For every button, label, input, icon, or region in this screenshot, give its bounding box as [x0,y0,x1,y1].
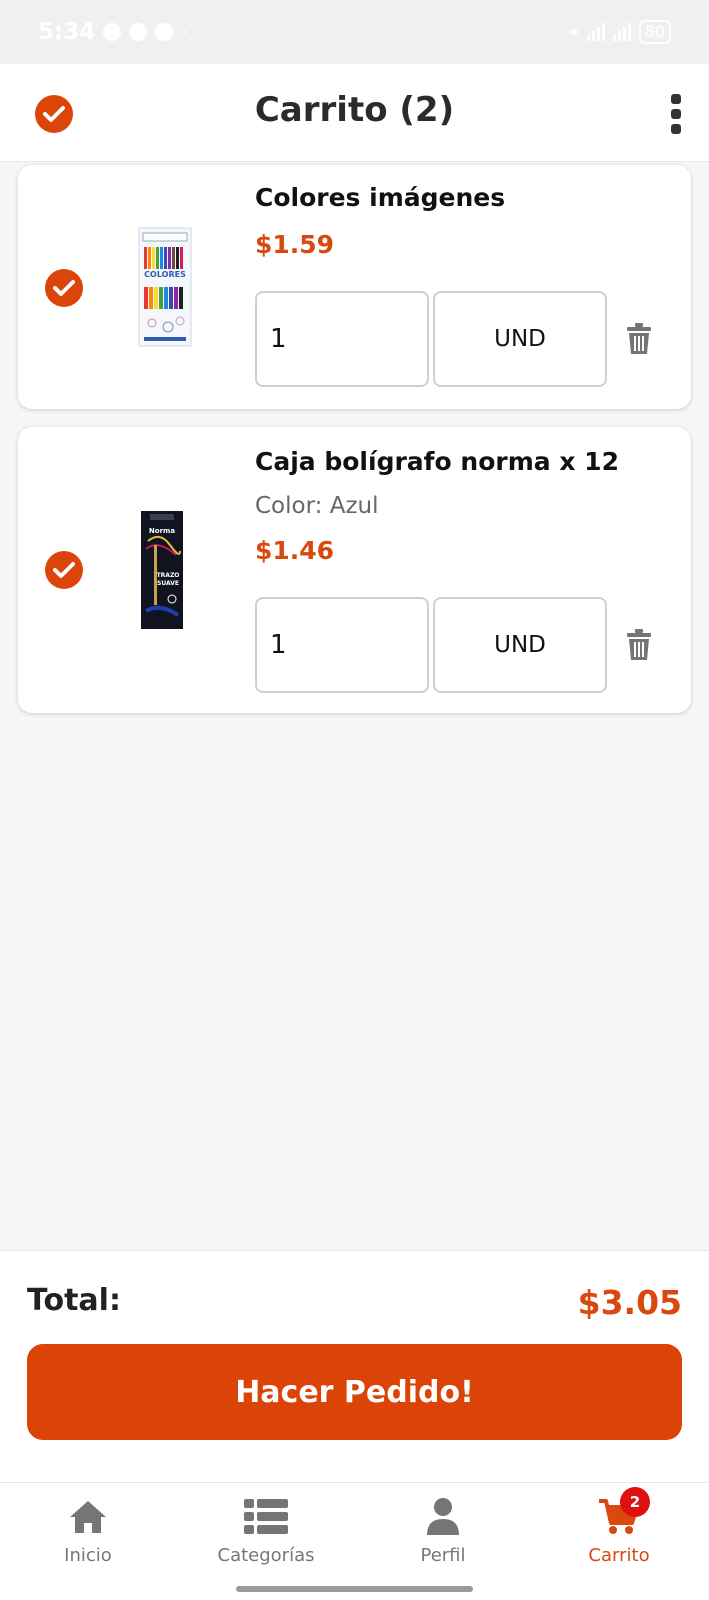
cart-item: COLORES Colores imágenes $1.59 1 UND [18,165,691,409]
list-icon [244,1497,288,1537]
user-icon [426,1497,460,1537]
home-indicator[interactable] [236,1586,473,1592]
chat-notification-icon [103,23,122,41]
nav-item-carrito[interactable]: 2 Carrito [549,1487,689,1566]
product-price: $1.46 [255,536,335,565]
more-options-icon[interactable] [668,94,684,134]
nav-label: Perfil [420,1545,466,1566]
mail-notification-icon [155,23,174,41]
svg-text:COLORES: COLORES [144,270,186,279]
nav-item-perfil[interactable]: Perfil [373,1497,513,1566]
product-variant: Color: Azul [255,493,379,519]
app-header: Carrito (2) [0,64,709,162]
cart-count-badge: 2 [620,1487,650,1517]
total-value: $3.05 [577,1283,682,1322]
svg-text:TRAZO: TRAZO [157,572,180,579]
signal-icon [586,23,605,41]
status-bar-left: 5:34 • [38,19,188,45]
battery-indicator: 80 [638,20,671,44]
home-icon [68,1497,108,1537]
product-price: $1.59 [255,230,335,259]
quantity-input[interactable]: 1 [255,291,429,387]
bottom-navigation: Inicio Categorías Perfil 2 Carrito [0,1482,709,1600]
status-bar: 5:34 • ✱ 80 [0,0,709,64]
cart-item: Norma TRAZO SUAVE Caja bolígrafo norma x… [18,427,691,713]
nav-item-inicio[interactable]: Inicio [18,1497,158,1566]
nav-label: Inicio [64,1545,112,1566]
unit-selector[interactable]: UND [433,597,607,693]
cart-icon: 2 [598,1487,650,1537]
pen-box-icon[interactable]: Norma TRAZO SUAVE [140,511,184,633]
page-title: Carrito (2) [254,90,455,130]
order-summary: Total: $3.05 Hacer Pedido! [0,1250,709,1482]
bluetooth-icon: ✱ [569,25,579,39]
whatsapp-notification-icon [129,23,148,41]
notification-dot-icon: • [181,25,188,39]
place-order-button[interactable]: Hacer Pedido! [27,1344,682,1440]
total-label: Total: [27,1283,121,1318]
status-time: 5:34 [38,19,96,45]
status-bar-right: ✱ 80 [569,20,671,44]
unit-selector[interactable]: UND [433,291,607,387]
trash-icon[interactable] [626,323,652,355]
nav-label: Categorías [217,1545,315,1566]
signal-icon-2 [612,23,631,41]
quantity-input[interactable]: 1 [255,597,429,693]
svg-text:Norma: Norma [149,527,175,535]
nav-label: Carrito [588,1545,650,1566]
item-select-check-icon[interactable] [45,551,83,589]
nav-item-categorias[interactable]: Categorías [196,1497,336,1566]
colored-pencils-box-icon[interactable]: COLORES [138,227,192,351]
svg-text:SUAVE: SUAVE [157,580,179,587]
trash-icon[interactable] [626,629,652,661]
product-name[interactable]: Caja bolígrafo norma x 12 [255,447,619,476]
product-name[interactable]: Colores imágenes [255,183,505,212]
item-select-check-icon[interactable] [45,269,83,307]
